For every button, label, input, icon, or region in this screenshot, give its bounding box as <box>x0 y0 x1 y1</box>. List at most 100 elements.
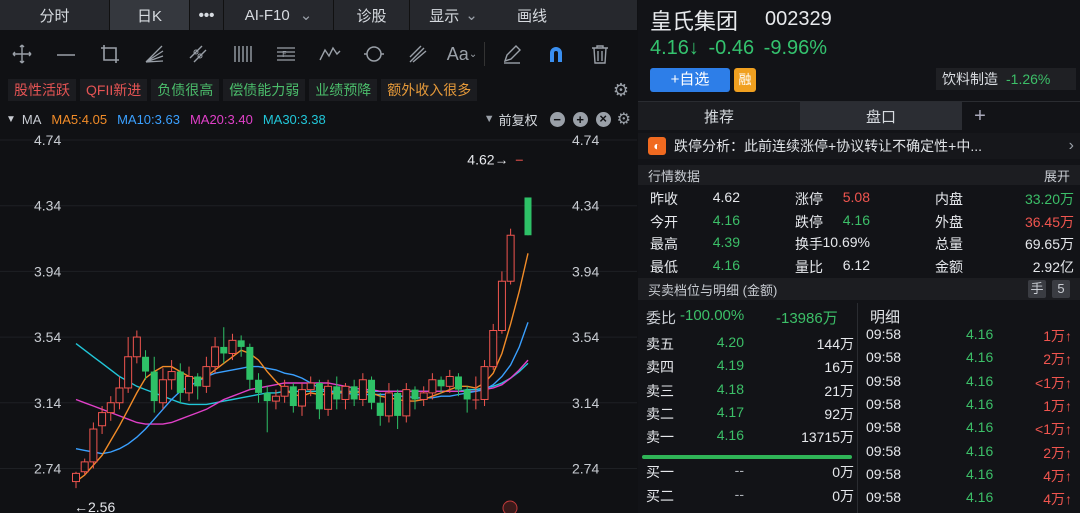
add-tab-button[interactable]: + <box>962 102 998 130</box>
fuquan-dropdown[interactable]: 前复权 <box>499 110 538 129</box>
collapse-triangle-icon[interactable]: ▼ <box>6 114 16 125</box>
orderbook-row[interactable]: 卖一 4.16 13715万 <box>642 427 854 450</box>
y-tick-label-left: 3.94 <box>34 263 61 279</box>
tab-pankou[interactable]: 盘口 <box>800 102 962 130</box>
candle-body <box>228 339 237 354</box>
trade-price: 4.16 <box>966 465 994 482</box>
margin-badge[interactable]: 融 <box>734 68 756 92</box>
y-tick-label-left: 3.14 <box>34 395 61 411</box>
tab-recommend[interactable]: 推荐 <box>638 102 800 130</box>
trade-row: 09:58 4.16 <1万↑ <box>864 419 1076 442</box>
chevron-down-icon: ⌄ <box>465 7 478 24</box>
quote-value: 4.39 <box>712 234 740 250</box>
drawing-toolbar: F Aa ⌄ <box>0 34 637 74</box>
y-tick-label-right: 2.74 <box>572 460 599 476</box>
level-volume: 13715万 <box>801 429 854 446</box>
stock-tag[interactable]: 偿债能力弱 <box>223 79 306 101</box>
candle-body <box>132 336 141 358</box>
orderbook-row[interactable]: 买一 -- 0万 <box>642 462 854 485</box>
y-tick-label-left: 3.54 <box>34 329 61 345</box>
candle-body <box>142 356 150 372</box>
zoom-in-icon[interactable]: + <box>572 111 588 127</box>
tab-daily-k[interactable]: 日K <box>110 0 190 30</box>
draw-line-button[interactable]: 画线 <box>497 0 567 30</box>
orderbook-row[interactable]: 卖五 4.20 144万 <box>642 334 854 357</box>
tab-fenshi[interactable]: 分时 <box>0 0 110 30</box>
orderbook-row[interactable]: 卖二 4.17 92万 <box>642 404 854 427</box>
trade-volume: 2万↑ <box>1043 444 1072 461</box>
mingxi-title: 明细 <box>870 309 901 326</box>
tabbar-spacer <box>567 0 637 30</box>
fan-lines-icon[interactable] <box>132 34 176 74</box>
depth-five-toggle[interactable]: 5 <box>1052 280 1070 298</box>
wave-icon[interactable] <box>308 34 352 74</box>
orderbook-row[interactable]: 买二 -- 0万 <box>642 486 854 509</box>
add-watchlist-button[interactable]: +自选 <box>650 68 730 92</box>
orderbook-row[interactable]: 卖四 4.19 16万 <box>642 357 854 380</box>
stock-tag[interactable]: QFII新进 <box>80 79 148 101</box>
quote-value: 4.16 <box>712 211 740 228</box>
zoom-out-icon[interactable]: − <box>549 111 565 127</box>
expand-button[interactable]: 展开 <box>1044 166 1070 185</box>
trade-price: 4.16 <box>966 442 994 459</box>
close-icon[interactable]: × <box>595 111 611 127</box>
settings-gear-icon[interactable]: ⚙ <box>610 79 632 101</box>
horizontal-line-icon[interactable] <box>44 34 88 74</box>
ma10-value: MA10:3.63 <box>117 111 180 127</box>
trade-time: 09:58 <box>866 419 902 436</box>
orderbook-row[interactable]: 卖三 4.18 21万 <box>642 381 854 404</box>
fibonacci-icon[interactable]: F <box>264 34 308 74</box>
candle-body <box>306 382 315 391</box>
candle-body <box>289 386 297 407</box>
candle-body <box>324 385 333 410</box>
text-tool-icon[interactable]: Aa ⌄ <box>440 34 484 74</box>
hand-toggle[interactable]: 手 <box>1028 280 1046 298</box>
quote-label: 金额 <box>935 258 963 275</box>
crosshair-icon[interactable] <box>0 34 44 74</box>
tab-more[interactable]: ••• <box>190 0 224 30</box>
chart-tabbar: 分时 日K ••• AI-F10 ⌄ 诊股 显示 ⌄ 画线 <box>0 0 637 30</box>
orderbook: 委比 -100.00% -13986万 卖五 4.20 144万 卖四 4.19 16万卖… <box>638 303 856 513</box>
limit-down-analysis[interactable]: ◐ 跌停分析：此前连续涨停+协议转让不确定性+中... › <box>638 133 1080 159</box>
candle-body <box>515 159 523 161</box>
tab-ai-f10-label: AI-F10 <box>244 6 290 24</box>
svg-text:F: F <box>282 50 287 59</box>
chevron-down-icon: ▼ <box>483 113 495 125</box>
pitchfork-icon[interactable] <box>396 34 440 74</box>
price-line: 4.16↓ -0.46 -9.96% <box>650 37 827 60</box>
stock-tag[interactable]: 负债很高 <box>151 79 220 101</box>
candle-body <box>298 389 306 407</box>
pencil-icon[interactable] <box>490 34 534 74</box>
trade-time: 09:58 <box>866 395 902 412</box>
stock-tag[interactable]: 股性活跃 <box>8 79 76 101</box>
level-price: 4.18 <box>716 380 744 397</box>
chart-panel: 分时 日K ••• AI-F10 ⌄ 诊股 显示 ⌄ 画线 F Aa ⌄ 股性活… <box>0 0 637 513</box>
circle-icon[interactable] <box>352 34 396 74</box>
tab-zhengu[interactable]: 诊股 <box>334 0 410 30</box>
level-label: 卖三 <box>646 382 674 399</box>
magnet-icon[interactable] <box>534 34 578 74</box>
tab-ai-f10[interactable]: AI-F10 ⌄ <box>224 0 334 30</box>
candle-body <box>124 356 133 389</box>
crop-icon[interactable] <box>88 34 132 74</box>
sector-tag[interactable]: 饮料制造 -1.26% <box>936 68 1076 90</box>
candle-body <box>185 375 193 394</box>
channel-icon[interactable] <box>176 34 220 74</box>
stock-tag[interactable]: 额外收入很多 <box>381 79 478 101</box>
candle-body <box>280 385 289 397</box>
display-dropdown[interactable]: 显示 ⌄ <box>410 0 497 30</box>
event-marker <box>502 500 518 513</box>
stock-tag[interactable]: 业绩预降 <box>309 79 378 101</box>
analysis-text: 跌停分析：此前连续涨停+协议转让不确定性+中... <box>674 138 983 154</box>
chevron-right-icon: › <box>1068 137 1074 154</box>
level-label: 买一 <box>646 464 674 480</box>
candle-body <box>419 392 428 400</box>
kline-chart[interactable]: 4.74 4.74 4.34 4.34 3.94 3.94 3.54 3.54 3.14 3.14… <box>0 130 637 513</box>
quote-value: 69.65万 <box>1024 236 1074 252</box>
trade-volume: 2万↑ <box>1043 351 1072 368</box>
vertical-lines-icon[interactable] <box>220 34 264 74</box>
price-pct: -9.96% <box>763 37 828 59</box>
gear-icon[interactable]: ⚙ <box>617 109 631 129</box>
trash-icon[interactable] <box>578 34 622 74</box>
trade-row: 09:58 4.16 4万↑ <box>864 489 1076 512</box>
